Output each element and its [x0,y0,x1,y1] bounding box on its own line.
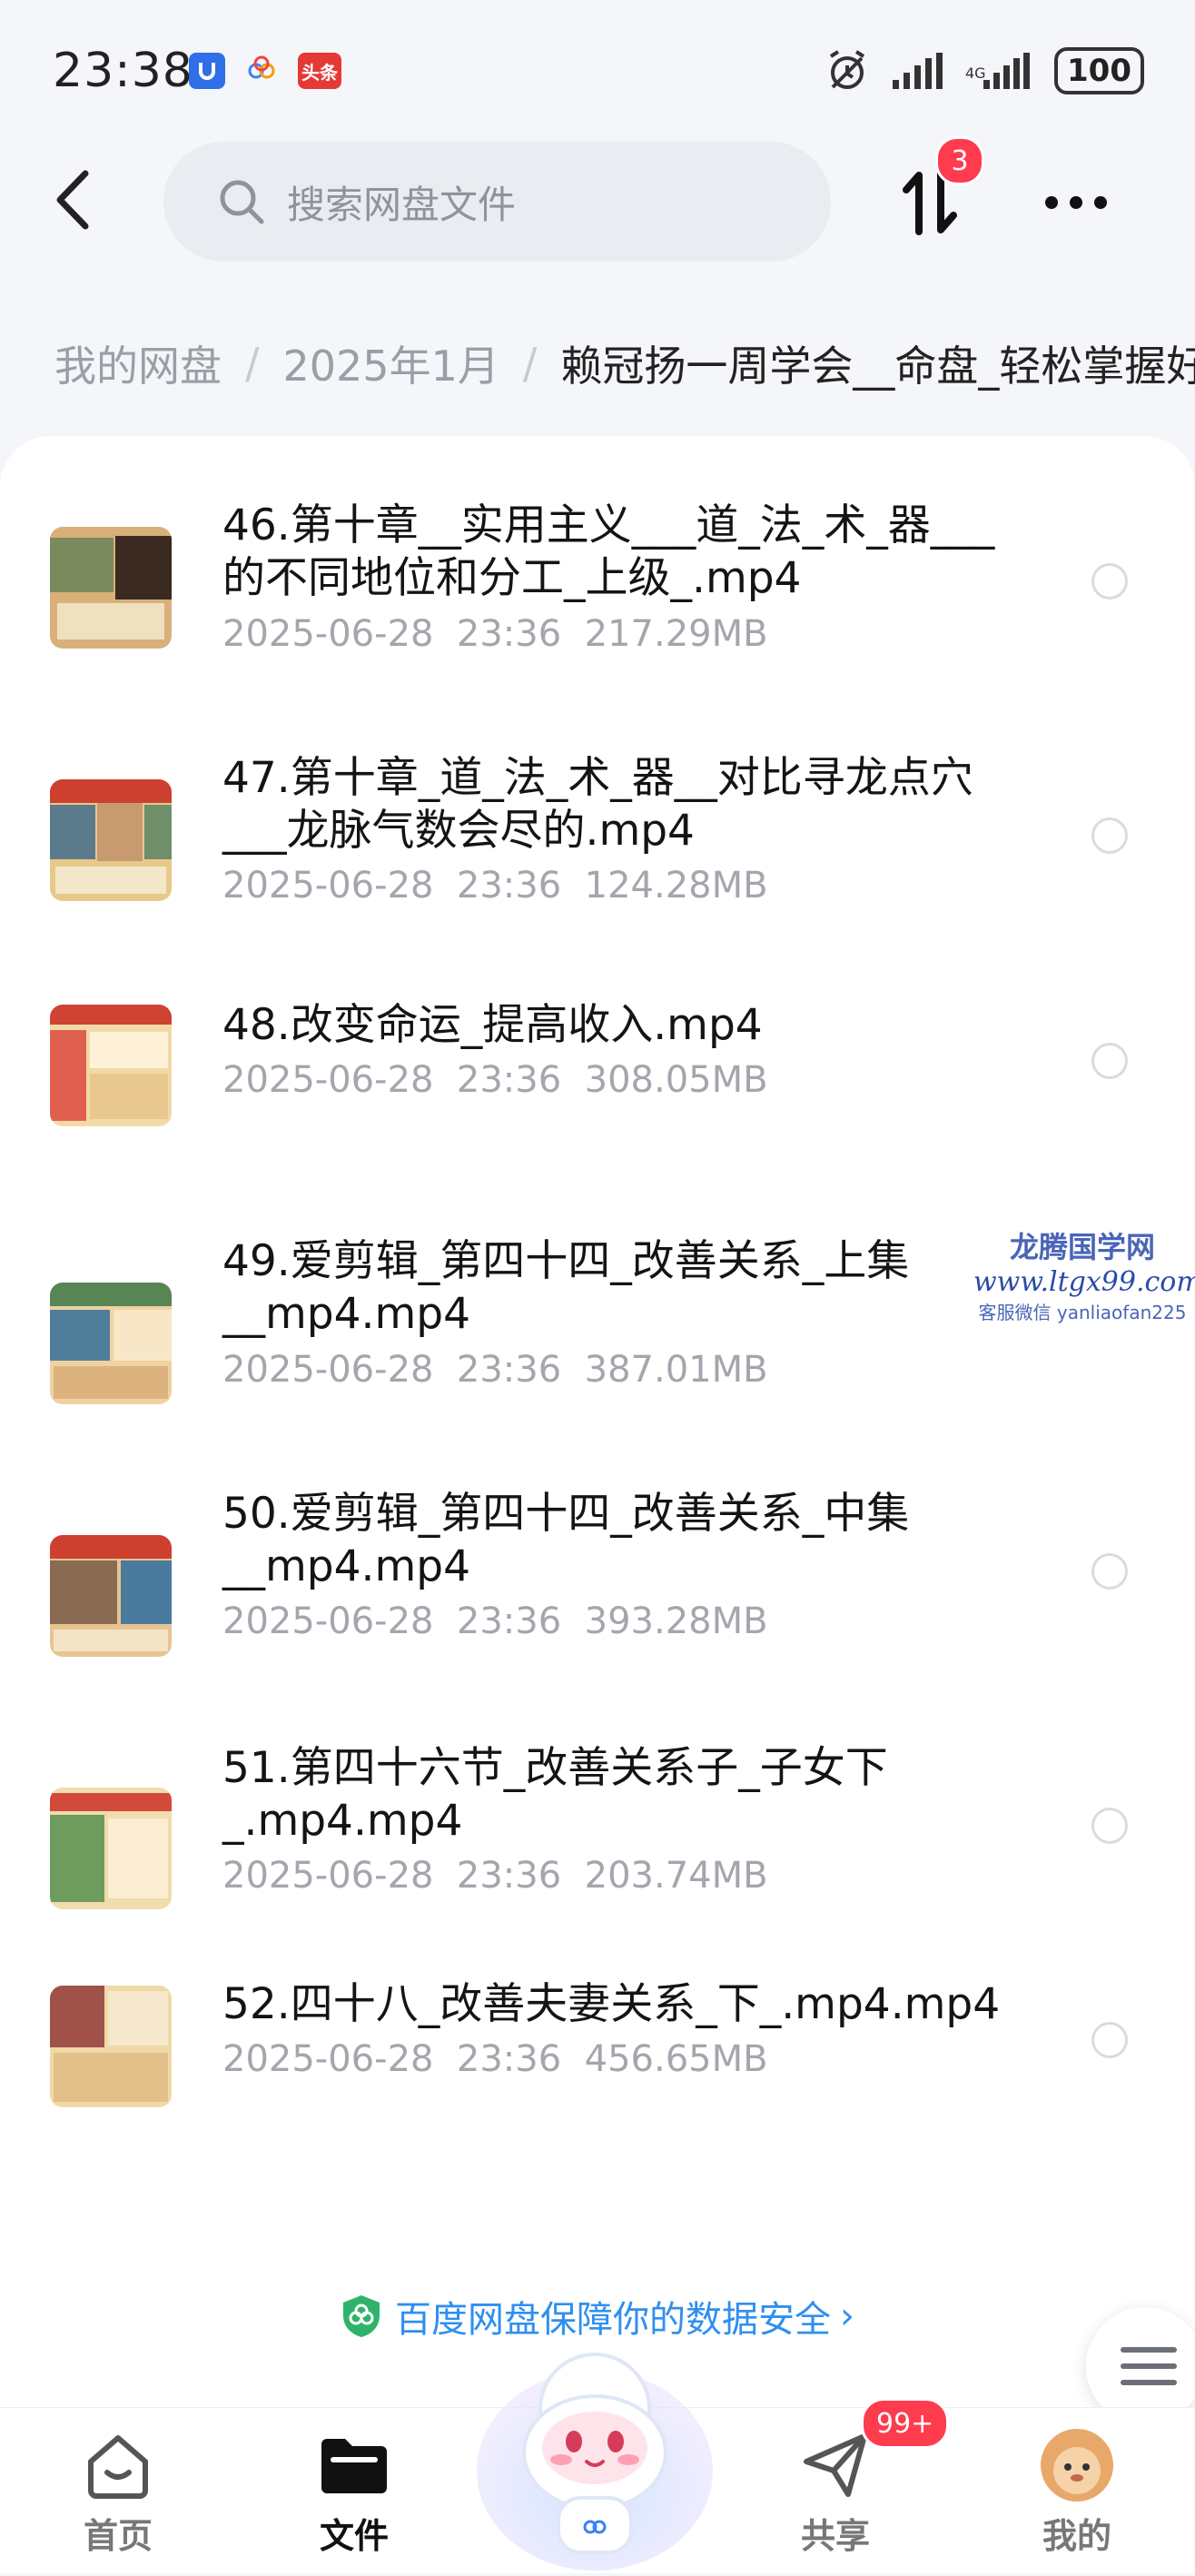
file-row[interactable]: 47.第十章_道_法_术_器__对比寻龙点穴___龙脉气数会尽的.mp4 202… [0,727,1195,945]
file-meta: 2025-06-28 23:36 456.65MB [222,2038,768,2080]
share-icon [796,2426,874,2504]
file-meta: 2025-06-28 23:36 124.28MB [222,865,768,907]
folder-icon [315,2426,393,2504]
tab-label: 共享 [800,2516,870,2556]
back-button[interactable] [40,167,105,233]
assistant-mascot-icon [477,2353,713,2571]
select-checkbox[interactable] [1091,2022,1128,2058]
file-row[interactable]: 46.第十章__实用主义___道_法_术_器___的不同地位和分工_上级_.mp… [0,472,1195,690]
video-thumbnail [50,779,172,901]
app-notification-icon [243,53,280,89]
file-row[interactable]: 48.改变命运_提高收入.mp4 2025-06-28 23:36 308.05… [0,981,1195,1163]
file-row[interactable]: 52.四十八_改善夫妻关系_下_.mp4.mp4 2025-06-28 23:3… [0,1971,1195,2153]
status-bar: 23:38 头条 4G 100 [0,0,1195,136]
app-notification-icon [189,53,225,89]
transfer-count-badge: 3 [935,136,984,185]
video-thumbnail [50,1005,172,1126]
file-meta: 2025-06-28 23:36 393.28MB [222,1600,768,1642]
select-checkbox[interactable] [1091,1553,1128,1590]
signal-icon [893,53,943,89]
file-name: 48.改变命运_提高收入.mp4 [222,1000,763,1050]
status-indicators: 4G 100 [824,47,1144,94]
file-list-panel: 46.第十章__实用主义___道_法_术_器___的不同地位和分工_上级_.mp… [0,436,1195,2407]
breadcrumb-item-month[interactable]: 2025年1月 [283,333,499,393]
ai-assistant-button[interactable] [472,2325,717,2572]
breadcrumb: 我的网盘 / 2025年1月 / 赖冠扬一周学会__命盘_轻松掌握好 [54,327,1195,400]
file-row[interactable]: 49.爱剪辑_第四十四_改善关系_上集__mp4.mp4 2025-06-28 … [0,1208,1195,1435]
video-thumbnail [50,1986,172,2107]
video-thumbnail [50,1535,172,1657]
tab-profile[interactable]: 我的 [986,2408,1168,2573]
select-checkbox[interactable] [1091,563,1128,599]
file-name: 51.第四十六节_改善关系子_子女下_.mp4.mp4 [222,1743,888,1846]
video-thumbnail [50,527,172,649]
home-icon [79,2426,157,2504]
search-placeholder: 搜索网盘文件 [287,182,517,227]
file-meta: 2025-06-28 23:36 308.05MB [222,1059,768,1101]
signal-icon: 4G [965,53,1031,89]
file-meta: 2025-06-28 23:36 217.29MB [222,613,768,655]
tab-label: 我的 [1042,2516,1111,2556]
file-name: 46.第十章__实用主义___道_法_术_器___的不同地位和分工_上级_.mp… [222,500,995,603]
battery-indicator: 100 [1054,47,1144,94]
breadcrumb-separator: / [522,339,538,388]
file-name: 50.爱剪辑_第四十四_改善关系_中集__mp4.mp4 [222,1489,910,1591]
file-name: 52.四十八_改善夫妻关系_下_.mp4.mp4 [222,1979,1001,2029]
search-input[interactable]: 搜索网盘文件 [163,142,831,262]
tab-label: 文件 [319,2516,389,2556]
back-arrow-icon [56,170,89,230]
share-notification-badge: 99+ [861,2398,950,2449]
svg-text:4G: 4G [965,64,986,82]
top-bar: 搜索网盘文件 3 [0,136,1195,263]
tab-label: 首页 [83,2516,153,2556]
file-row[interactable]: 50.爱剪辑_第四十四_改善关系_中集__mp4.mp4 2025-06-28 … [0,1462,1195,1689]
file-row[interactable]: 51.第四十六节_改善关系子_子女下_.mp4.mp4 2025-06-28 2… [0,1717,1195,1944]
file-meta: 2025-06-28 23:36 387.01MB [222,1349,768,1391]
breadcrumb-separator: / [245,339,260,388]
search-icon [218,176,269,227]
select-checkbox[interactable] [1091,817,1128,854]
shield-icon [343,2295,380,2337]
breadcrumb-current: 赖冠扬一周学会__命盘_轻松掌握好 [560,342,1195,391]
file-name: 47.第十章_道_法_术_器__对比寻龙点穴___龙脉气数会尽的.mp4 [222,753,973,856]
alarm-icon [829,50,865,89]
toutiao-icon: 头条 [298,53,341,89]
tab-files[interactable]: 文件 [263,2408,445,2573]
chevron-right-icon: › [840,2295,854,2337]
select-checkbox[interactable] [1091,1043,1128,1079]
tab-home[interactable]: 首页 [27,2408,209,2573]
breadcrumb-item-root[interactable]: 我的网盘 [54,333,222,393]
select-checkbox[interactable] [1091,1808,1128,1844]
video-thumbnail [50,1788,172,1909]
file-meta: 2025-06-28 23:36 203.74MB [222,1855,768,1897]
more-options-button[interactable] [1035,162,1117,243]
file-name: 49.爱剪辑_第四十四_改善关系_上集__mp4.mp4 [222,1236,910,1339]
menu-icon [1121,2347,1177,2385]
video-thumbnail [50,1283,172,1404]
more-icon [1045,196,1107,209]
status-time: 23:38 [53,44,193,98]
avatar-icon [1038,2426,1116,2504]
